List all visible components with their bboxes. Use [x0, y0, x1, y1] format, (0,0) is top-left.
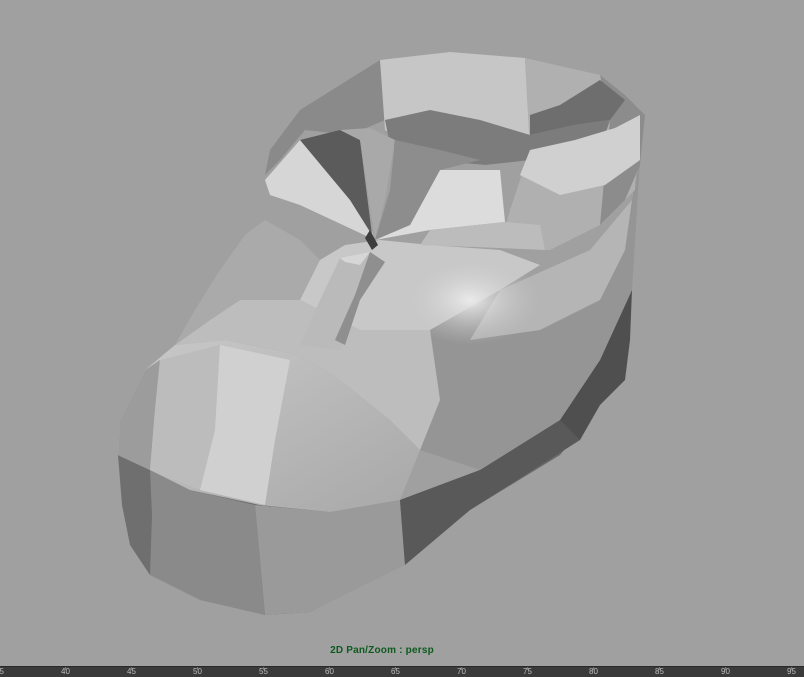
timeline-frame-label: 70 [457, 667, 466, 676]
boot-sole-front-2 [118, 455, 152, 575]
perspective-viewport[interactable]: 2D Pan/Zoom : persp [0, 0, 804, 666]
timeline-frame-label: 85 [655, 667, 664, 676]
timeline-frame-label: 55 [259, 667, 268, 676]
boot-model[interactable] [0, 0, 804, 666]
timeline-frame-label: 45 [127, 667, 136, 676]
boot-sole-mid [255, 500, 405, 615]
timeline-frame-label: 40 [61, 667, 70, 676]
timeline-frame-label: 80 [589, 667, 598, 676]
timeline-frame-label: 60 [325, 667, 334, 676]
timeline-frame-label: 35 [0, 667, 4, 676]
timeline-frame-label: 75 [523, 667, 532, 676]
viewport-hud: 2D Pan/Zoom : persp [0, 645, 804, 656]
hud-label: 2D Pan/Zoom : persp [330, 645, 434, 656]
timeline-frame-label: 95 [787, 667, 796, 676]
boot-highlight [400, 255, 540, 345]
time-slider[interactable]: 35 40 45 50 55 60 65 70 75 80 85 90 95 [0, 666, 804, 677]
timeline-frame-label: 50 [193, 667, 202, 676]
timeline-frame-label: 65 [391, 667, 400, 676]
timeline-frame-label: 90 [721, 667, 730, 676]
